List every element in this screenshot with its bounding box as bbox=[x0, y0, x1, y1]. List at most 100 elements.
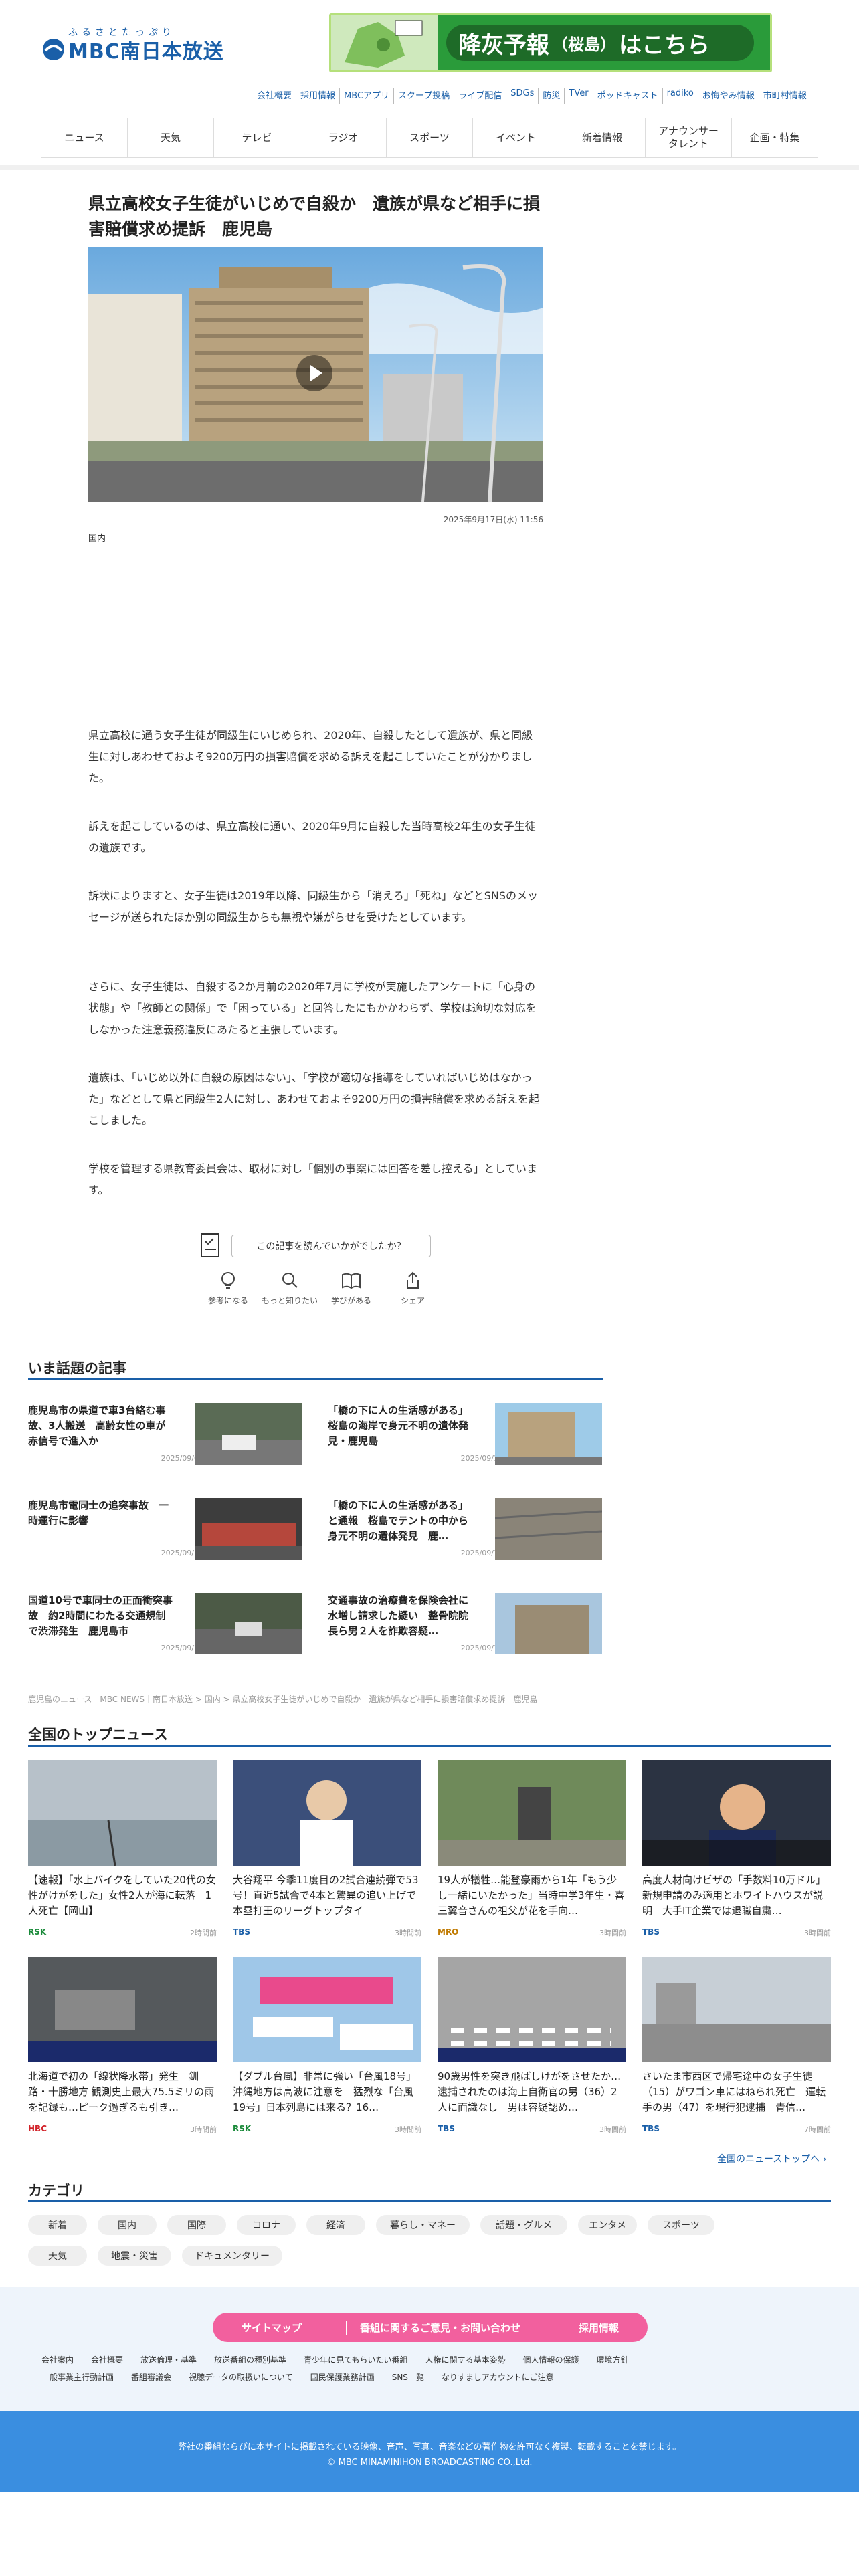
national-card[interactable]: 90歳男性を突き飛ばしけがをさせたか…逮捕されたのは海上自衛官の男（36）2人に… bbox=[438, 1957, 626, 2137]
trending-card[interactable]: 鹿児島市の県道で車3台絡む事故、3人搬送 高齢女性の車が赤信号で進入か 2025… bbox=[28, 1403, 302, 1467]
nav-item-radio[interactable]: ラジオ bbox=[300, 118, 386, 157]
category-chip[interactable]: 国内 bbox=[98, 2215, 157, 2235]
utility-link[interactable]: ライブ配信 bbox=[454, 88, 506, 104]
play-icon[interactable] bbox=[296, 354, 333, 392]
national-card[interactable]: 19人が犠牲…能登豪雨から1年「もう少し一緒にいたかった」当時中学3年生・喜三翼… bbox=[438, 1760, 626, 1941]
article-paragraph: 訴状によりますと、女子生徒は2019年以降、同級生から「消えろ」「死ね」などとS… bbox=[88, 889, 539, 924]
reaction-label: シェア bbox=[400, 1296, 425, 1305]
utility-link[interactable]: radiko bbox=[662, 88, 698, 104]
site-logo[interactable]: ふるさとたっぷり MBC南日本放送 bbox=[40, 25, 223, 64]
category-chip[interactable]: コロナ bbox=[237, 2215, 296, 2235]
reaction-label: 学びがある bbox=[330, 1296, 371, 1305]
footer-link[interactable]: 一般事業主行動計画 bbox=[41, 2371, 114, 2383]
national-card-time: 3時間前 bbox=[599, 2125, 626, 2134]
article-video[interactable] bbox=[88, 247, 543, 502]
footer-link[interactable]: 視聴データの取扱いについて bbox=[189, 2371, 293, 2383]
category-row: 天気 地震・災害 ドキュメンタリー bbox=[28, 2246, 282, 2266]
trending-card-date: 2025/09/09 bbox=[161, 1454, 203, 1463]
trending-card-date: 2025/09/10 bbox=[460, 1644, 503, 1652]
footer-link[interactable]: 会社案内 bbox=[41, 2354, 74, 2365]
footer-link[interactable]: 放送番組の種別基準 bbox=[214, 2354, 286, 2365]
reaction-share[interactable]: シェア bbox=[383, 1271, 443, 1315]
national-card[interactable]: 【速報】「水上バイクをしていた20代の女性がけがをした」女性2人が海に転落 1人… bbox=[28, 1760, 217, 1941]
nav-item-weather[interactable]: 天気 bbox=[127, 118, 213, 157]
national-card[interactable]: 高度人材向けビザの「手数料10万ドル」新規申請のみ適用とホワイトハウスが説明 大… bbox=[642, 1760, 831, 1941]
sitemap-button[interactable]: サイトマップ bbox=[228, 2321, 315, 2335]
article-title: 県立高校女子生徒がいじめで自殺か 遺族が県など相手に損害賠償求め提訴 鹿児島 bbox=[88, 194, 541, 239]
nav-item-sports[interactable]: スポーツ bbox=[386, 118, 472, 157]
category-chip[interactable]: 地震・災害 bbox=[98, 2246, 171, 2266]
utility-link[interactable]: 防災 bbox=[538, 88, 564, 104]
footer-link[interactable]: 人権に関する基本姿勢 bbox=[425, 2354, 505, 2365]
category-chip[interactable]: 話題・グルメ bbox=[480, 2215, 567, 2235]
category-chip[interactable]: ドキュメンタリー bbox=[182, 2246, 282, 2266]
banner-tail: はこちら bbox=[619, 31, 710, 59]
national-more-link[interactable]: 全国のニューストップへ › bbox=[717, 2152, 826, 2165]
trending-card[interactable]: 「橋の下に人の生活感がある」と通報 桜島でテントの中から身元不明の遺体発見 鹿…… bbox=[328, 1498, 602, 1562]
reaction-more[interactable]: もっと知りたい bbox=[260, 1271, 320, 1315]
footer-links-area bbox=[0, 2287, 859, 2411]
trending-card[interactable]: 国道10号で車同士の正面衝突事故 約2時間にわたる交通規制で渋滞発生 鹿児島市 … bbox=[28, 1593, 302, 1657]
ash-forecast-banner[interactable]: 降灰予報 （桜島） はこちら bbox=[329, 13, 772, 72]
trending-thumbnail bbox=[195, 1593, 302, 1654]
trending-card[interactable]: 「橋の下に人の生活感がある」桜島の海岸で身元不明の遺体発見・鹿児島 2025/0… bbox=[328, 1403, 602, 1467]
national-card-source: HBC bbox=[28, 2124, 47, 2133]
reaction-helpful[interactable]: 参考になる bbox=[198, 1271, 258, 1315]
national-card-time: 3時間前 bbox=[190, 2125, 217, 2134]
national-card[interactable]: 【ダブル台風】非常に強い「台風18号」沖縄地方は高波に注意を 猛烈な「台風19号… bbox=[233, 1957, 421, 2137]
utility-link[interactable]: SDGs bbox=[506, 88, 538, 104]
footer-link[interactable]: 番組審議会 bbox=[131, 2371, 171, 2383]
nav-item-events[interactable]: イベント bbox=[472, 118, 559, 157]
footer-link[interactable]: 青少年に見てもらいたい番組 bbox=[304, 2354, 407, 2365]
nav-item-announcers[interactable]: アナウンサー タレント bbox=[645, 118, 731, 157]
nav-item-latest[interactable]: 新着情報 bbox=[559, 118, 645, 157]
footer-link[interactable]: 会社概要 bbox=[91, 2354, 123, 2365]
utility-link[interactable]: 採用情報 bbox=[296, 88, 339, 104]
category-chip[interactable]: エンタメ bbox=[578, 2215, 637, 2235]
trending-card[interactable]: 鹿児島市電同士の追突事故 一時運行に影響 2025/09/18 bbox=[28, 1498, 302, 1562]
reaction-learn[interactable]: 学びがある bbox=[321, 1271, 381, 1315]
national-thumbnail bbox=[233, 1760, 421, 1866]
breadcrumb[interactable]: 鹿児島のニュース｜MBC NEWS｜南日本放送 > 国内 > 県立高校女子生徒が… bbox=[28, 1693, 537, 1705]
national-card[interactable]: 北海道で初の「線状降水帯」発生 釧路・十勝地方 観測史上最大75.5ミリの雨を記… bbox=[28, 1957, 217, 2137]
trending-card[interactable]: 交通事故の治療費を保険会社に水増し請求した疑い 整骨院院長ら男２人を詐欺容疑… … bbox=[328, 1593, 602, 1657]
contact-button[interactable]: 番組に関するご意見・お問い合わせ bbox=[345, 2320, 534, 2335]
book-icon bbox=[342, 1273, 361, 1289]
utility-link[interactable]: TVer bbox=[564, 88, 592, 104]
national-card[interactable]: さいたま市西区で帰宅途中の女子生徒（15）がワゴン車にはねられ死亡 運転手の男（… bbox=[642, 1957, 831, 2137]
footer-link[interactable]: 放送倫理・基準 bbox=[140, 2354, 197, 2365]
article-paragraph: 遺族は、「いじめ以外に自殺の原因はない」、「学校が適切な指導をしていればいじめは… bbox=[88, 1071, 539, 1127]
trending-thumbnail bbox=[195, 1403, 302, 1465]
national-card-title: 大谷翔平 今季11度目の2試合連続弾で53号！直近5試合で4本と驚異の追い上げで… bbox=[233, 1874, 419, 1917]
utility-link[interactable]: スクープ投稿 bbox=[393, 88, 454, 104]
category-chip[interactable]: 経済 bbox=[306, 2215, 365, 2235]
category-chip[interactable]: 暮らし・マネー bbox=[376, 2215, 470, 2235]
national-card[interactable]: 大谷翔平 今季11度目の2試合連続弾で53号！直近5試合で4本と驚異の追い上げで… bbox=[233, 1760, 421, 1941]
utility-nav: 会社概要 採用情報 MBCアプリ スクープ投稿 ライブ配信 SDGs 防災 TV… bbox=[253, 88, 811, 104]
search-icon bbox=[282, 1273, 298, 1288]
utility-link[interactable]: ポッドキャスト bbox=[592, 88, 662, 104]
category-chip[interactable]: 天気 bbox=[28, 2246, 87, 2266]
utility-link[interactable]: 会社概要 bbox=[253, 88, 296, 104]
share-icon bbox=[407, 1271, 419, 1289]
article-date: 2025年9月17日(水) 11:56 bbox=[443, 515, 543, 524]
footer-link[interactable]: SNS一覧 bbox=[392, 2371, 424, 2383]
footer-link[interactable]: なりすましアカウントにご注意 bbox=[442, 2371, 554, 2383]
article-category-link[interactable]: 国内 bbox=[88, 531, 106, 544]
utility-link[interactable]: お悔やみ情報 bbox=[697, 88, 759, 104]
category-chip[interactable]: スポーツ bbox=[648, 2215, 714, 2235]
utility-link[interactable]: MBCアプリ bbox=[339, 88, 393, 104]
recruit-button[interactable]: 採用情報 bbox=[564, 2320, 632, 2335]
nav-item-tv[interactable]: テレビ bbox=[213, 118, 300, 157]
category-chip[interactable]: 国際 bbox=[167, 2215, 226, 2235]
footer-link[interactable]: 環境方針 bbox=[597, 2354, 629, 2365]
national-thumbnail bbox=[233, 1957, 421, 2062]
utility-link[interactable]: 市町村情報 bbox=[758, 88, 811, 104]
national-card-source: TBS bbox=[642, 2124, 660, 2133]
nav-item-features[interactable]: 企画・特集 bbox=[731, 118, 818, 157]
footer-link[interactable]: 国民保護業務計画 bbox=[310, 2371, 375, 2383]
nav-item-news[interactable]: ニュース bbox=[41, 118, 127, 157]
feedback-button[interactable]: この記事を読んでいかがでしたか？ bbox=[231, 1235, 431, 1257]
footer-link[interactable]: 個人情報の保護 bbox=[522, 2354, 579, 2365]
category-chip[interactable]: 新着 bbox=[28, 2215, 87, 2235]
